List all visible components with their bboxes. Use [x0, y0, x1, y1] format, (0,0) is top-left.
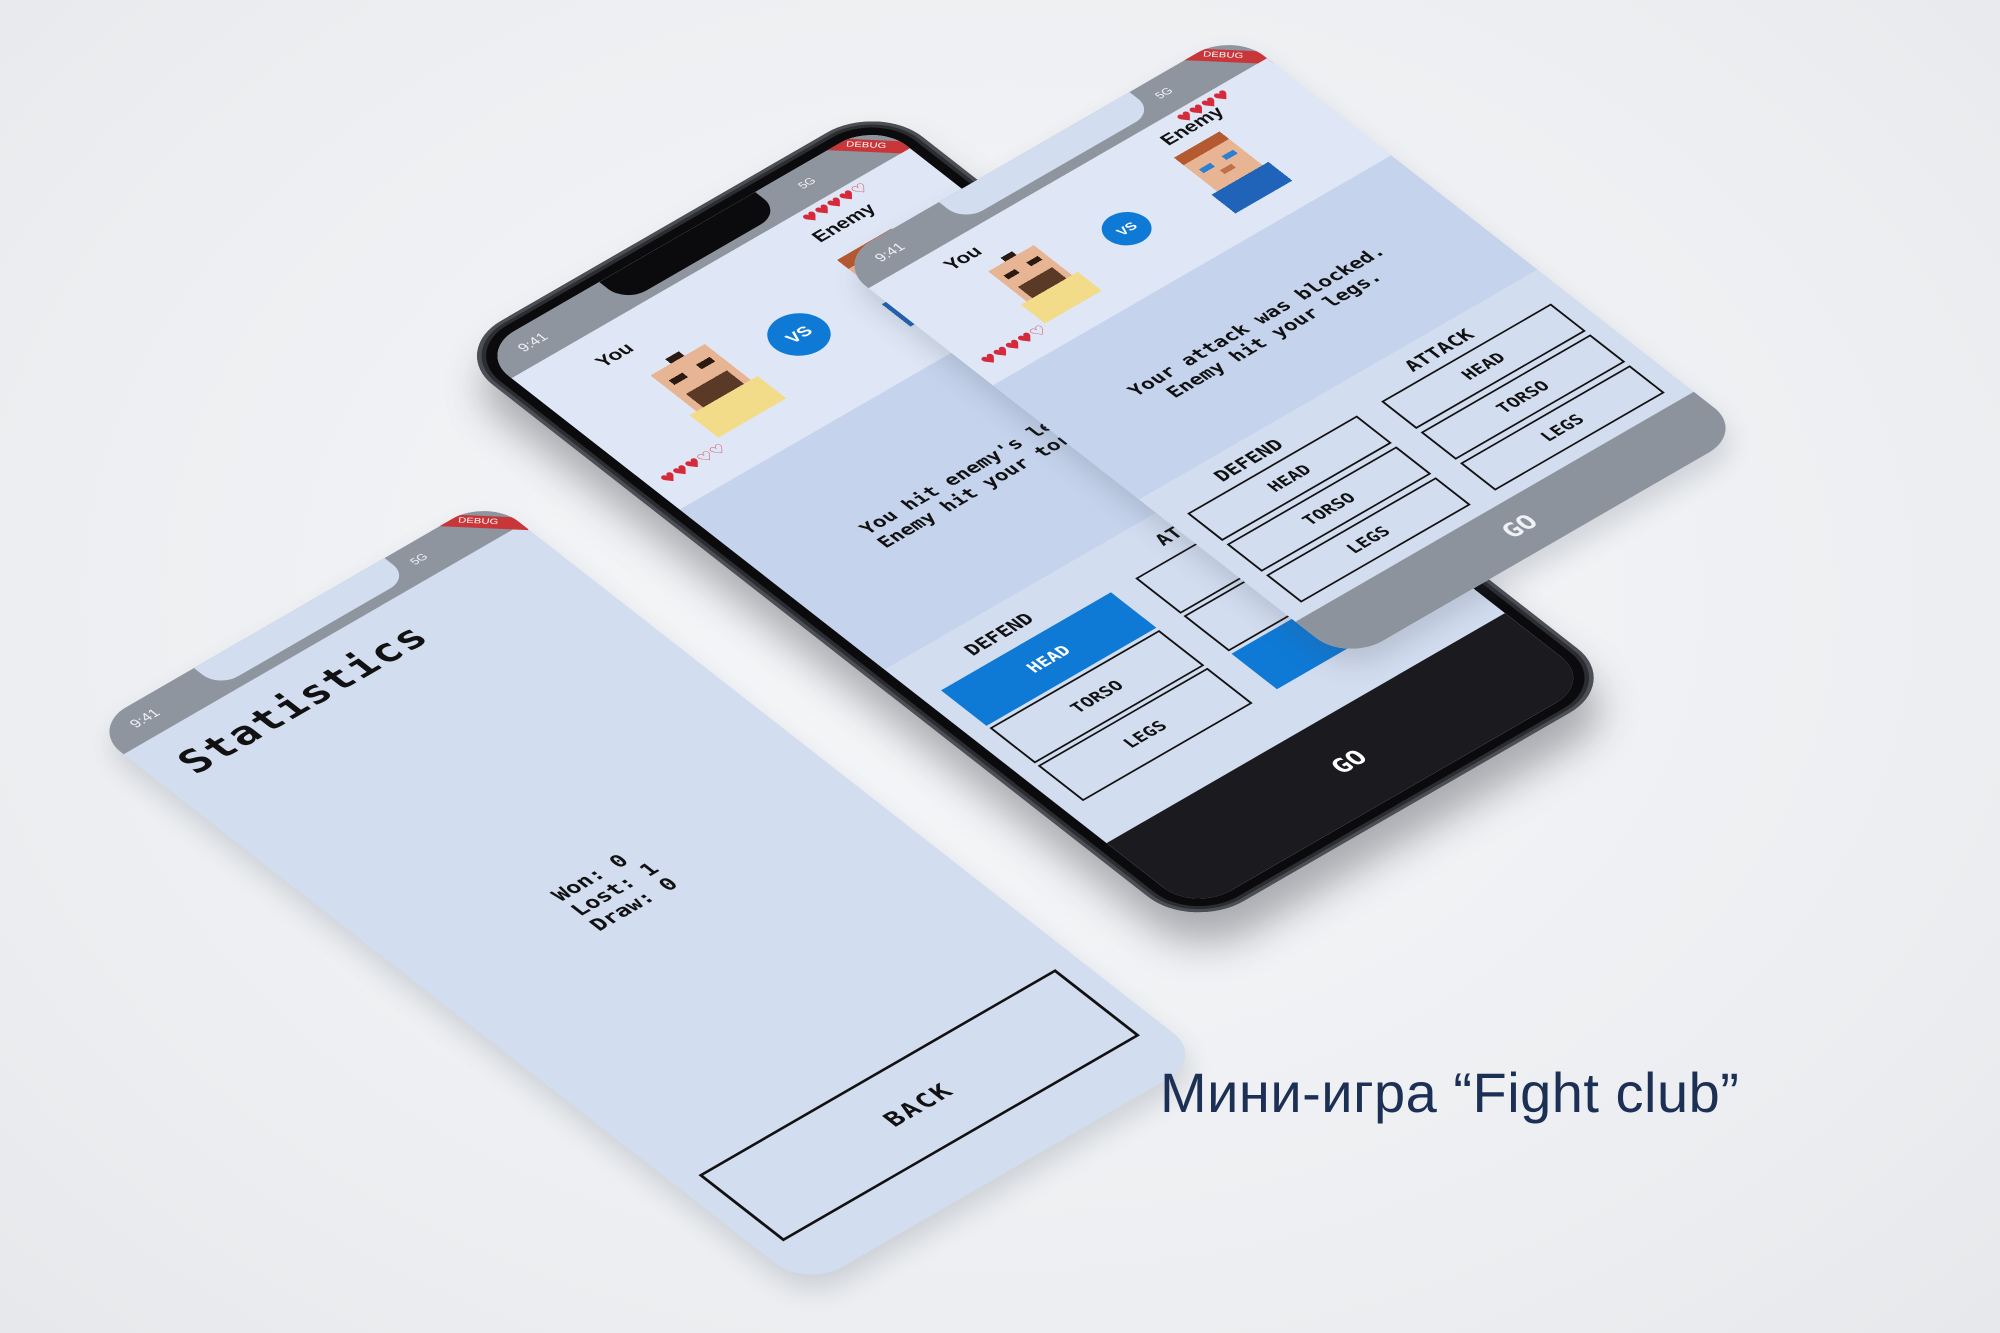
- status-time: 9:41: [126, 706, 164, 731]
- player-avatar: [988, 245, 1102, 324]
- network-indicator: 5G: [1151, 84, 1176, 101]
- stats-summary: Won: 0 Lost: 1 Draw: 0: [547, 845, 684, 936]
- back-button[interactable]: BACK: [698, 969, 1141, 1242]
- page-title: Мини-игра “Fight club”: [1160, 1061, 1740, 1124]
- log-line: Enemy hit your legs.: [1160, 267, 1387, 402]
- player-hearts: ♥♥♥♡♡: [655, 438, 734, 488]
- status-time: 9:41: [514, 330, 552, 355]
- status-time: 9:41: [871, 240, 909, 265]
- mockup-scene: 9:41 5G DEBUG Statistics Won: 0 Lost: 1 …: [0, 0, 2000, 1333]
- versus-badge: VS: [1091, 205, 1162, 253]
- player-avatar: [650, 344, 787, 438]
- network-indicator: 5G: [794, 174, 819, 191]
- network-indicator: 5G: [406, 550, 431, 567]
- player-label: You: [591, 339, 639, 371]
- debug-banner: DEBUG: [426, 513, 530, 531]
- versus-badge: VS: [754, 304, 844, 365]
